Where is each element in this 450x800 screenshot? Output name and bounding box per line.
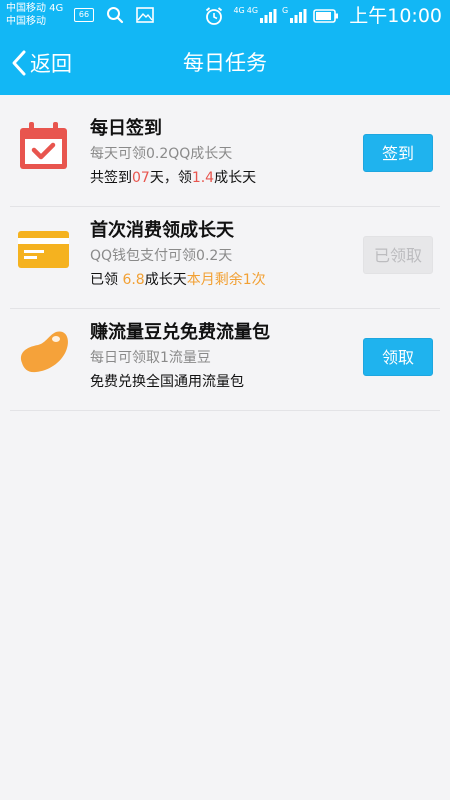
calendar-check-icon: [20, 122, 67, 169]
bean-icon: [20, 331, 68, 373]
image-icon: [136, 7, 154, 23]
info-mid: 天，领: [149, 170, 192, 186]
header: 中国移动 4G 中国移动 66 4G 4G G 上午10:00 返回 每日任务: [0, 0, 450, 95]
task-row-checkin: 每日签到 每天可领0.2QQ成长天 共签到07天，领1.4成长天 签到: [0, 105, 450, 207]
task-subtitle: 每天可领0.2QQ成长天: [90, 146, 233, 162]
info-prefix: 已领: [90, 272, 123, 288]
checkin-amount: 1.4: [191, 170, 215, 186]
network-type-3: G: [282, 5, 289, 15]
received-button[interactable]: 已领取: [363, 236, 433, 274]
task-row-data-beans: 赚流量豆兑免费流量包 每日可领取1流量豆 免费兑换全国通用流量包 领取: [0, 309, 450, 411]
page-title: 每日任务: [183, 51, 267, 75]
row-divider: [10, 410, 440, 411]
received-amount: 6.8: [122, 272, 145, 288]
signal-icon-1: [260, 9, 277, 23]
info-suffix: 成长天: [214, 170, 257, 186]
task-title: 赚流量豆兑免费流量包: [90, 322, 270, 343]
notification-badge: 66: [74, 8, 94, 22]
task-info: 共签到07天，领1.4成长天: [90, 169, 256, 187]
info-prefix: 共签到: [90, 170, 132, 186]
network-type-2: 4G: [246, 5, 259, 15]
status-time: 上午10:00: [349, 5, 442, 27]
nav-bar: 返回 每日任务: [0, 38, 450, 88]
remaining-count: 本月剩余1次: [186, 272, 266, 288]
task-info: 已领 6.8成长天本月剩余1次: [90, 271, 266, 289]
task-subtitle: QQ钱包支付可领0.2天: [90, 248, 233, 264]
task-title: 每日签到: [90, 118, 162, 139]
battery-icon: [313, 9, 339, 23]
carrier-label-2: 中国移动: [6, 16, 46, 27]
search-icon: [107, 7, 124, 24]
checkin-days: 07: [132, 170, 150, 186]
task-subtitle: 每日可领取1流量豆: [90, 350, 211, 366]
network-type-1: 4G: [233, 5, 245, 15]
info-mid: 成长天: [144, 272, 187, 288]
status-bar: 中国移动 4G 中国移动 66 4G 4G G 上午10:00: [0, 0, 450, 34]
checkin-button[interactable]: 签到: [363, 134, 433, 172]
claim-button[interactable]: 领取: [363, 338, 433, 376]
task-title: 首次消费领成长天: [90, 220, 234, 241]
task-info: 免费兑换全国通用流量包: [90, 374, 244, 390]
alarm-icon: [206, 7, 223, 25]
card-icon: [18, 231, 69, 268]
carrier-label-1: 中国移动 4G: [6, 3, 64, 14]
task-row-first-purchase: 首次消费领成长天 QQ钱包支付可领0.2天 已领 6.8成长天本月剩余1次 已领…: [0, 207, 450, 309]
status-left-icons: 66: [74, 6, 154, 24]
signal-icon-2: [290, 9, 307, 23]
status-right-icons: 4G 4G G 上午10:00: [204, 4, 442, 28]
task-list: 每日签到 每天可领0.2QQ成长天 共签到07天，领1.4成长天 签到 首次消费…: [0, 105, 450, 411]
